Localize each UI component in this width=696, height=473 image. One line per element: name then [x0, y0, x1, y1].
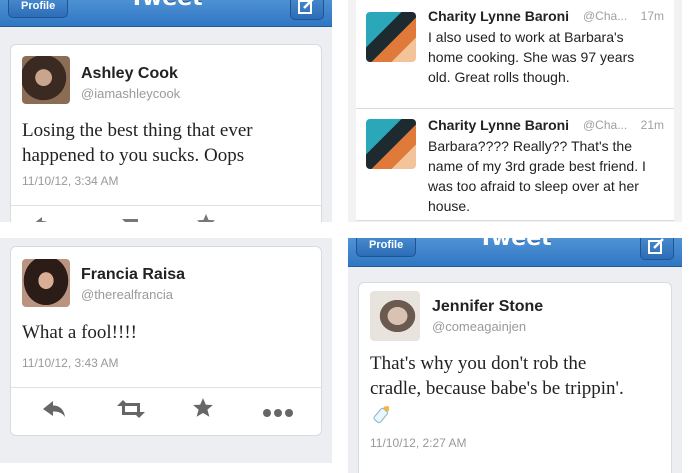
divider: [11, 205, 321, 206]
avatar[interactable]: [366, 119, 416, 169]
tweet-text-line: Losing the best thing that ever: [22, 120, 253, 141]
reply-text-line: house.: [428, 198, 471, 214]
compose-button[interactable]: [290, 0, 324, 20]
reply-author-name[interactable]: Charity Lynne Baroni: [428, 8, 569, 24]
avatar[interactable]: [370, 291, 420, 341]
reply-text-line: home cooking. She was 97 years: [428, 49, 635, 65]
reply-text-line: name of my 3rd grade best friend. I: [428, 158, 646, 174]
avatar[interactable]: [366, 12, 416, 62]
tweet-text-line: That's why you don't rob the: [370, 353, 587, 374]
user-handle[interactable]: @therealfrancia: [81, 287, 173, 302]
user-name[interactable]: Jennifer Stone: [432, 298, 543, 316]
user-name[interactable]: Francia Raisa: [81, 266, 185, 284]
reply-author-name[interactable]: Charity Lynne Baroni: [428, 117, 569, 133]
reply-icon[interactable]: [41, 399, 67, 424]
tweet-card: Ashley Cook @iamashleycook Losing the be…: [10, 44, 322, 222]
nav-title: Tweet: [0, 0, 332, 11]
tweet-panel-ashley: Profile Tweet Ashley Cook @iamashleycook…: [0, 0, 332, 222]
reply-time: 21m: [640, 118, 664, 132]
tweet-text: What a fool!!!!: [22, 322, 137, 343]
reply-row[interactable]: Charity Lynne Baroni @Cha... 21m Barbara…: [356, 109, 674, 221]
user-handle[interactable]: @iamashleycook: [81, 86, 180, 101]
tweet-text-line: happened to you sucks. Oops: [22, 145, 245, 166]
tweet-text-line: cradle, because babe's be trippin'.: [370, 378, 624, 399]
reply-text-line: I also used to work at Barbara's: [428, 29, 624, 45]
replies-panel: Charity Lynne Baroni @Cha... 17m I also …: [348, 0, 682, 222]
reply-author-handle[interactable]: @Cha...: [583, 9, 627, 23]
avatar[interactable]: [22, 56, 70, 104]
divider: [11, 387, 321, 388]
retweet-icon[interactable]: [118, 215, 146, 222]
user-handle[interactable]: @comeagainjen: [432, 319, 526, 334]
nav-bar: Profile Tweet: [348, 238, 682, 267]
reply-time: 17m: [640, 9, 664, 23]
tweet-text: Losing the best thing that ever happened…: [22, 118, 253, 168]
avatar[interactable]: [22, 259, 70, 307]
reply-text: I also used to work at Barbara's home co…: [428, 27, 662, 87]
tweet-timestamp: 11/10/12, 3:43 AM: [22, 356, 119, 370]
compose-button[interactable]: [640, 238, 674, 260]
tweet-panel-francia: Francia Raisa @therealfrancia What a foo…: [0, 238, 332, 463]
compose-icon: [648, 238, 664, 254]
compose-icon: [298, 0, 314, 14]
tweet-timestamp: 11/10/12, 3:34 AM: [22, 174, 119, 188]
nav-title: Tweet: [478, 238, 552, 251]
tweet-card: Jennifer Stone @comeagainjen That's why …: [358, 282, 672, 473]
reply-author-handle[interactable]: @Cha...: [583, 118, 627, 132]
reply-text: Barbara???? Really?? That's the name of …: [428, 136, 662, 216]
tweet-panel-jennifer: Profile Tweet Jennifer Stone @comeagainj…: [348, 238, 682, 473]
tweet-text: That's why you don't rob the cradle, bec…: [370, 351, 624, 401]
favorite-icon[interactable]: [196, 213, 216, 222]
retweet-icon[interactable]: [116, 399, 146, 424]
reply-text-line: old. Great rolls though.: [428, 69, 570, 85]
nav-bar: Profile Tweet: [0, 0, 332, 27]
more-icon[interactable]: [262, 405, 296, 423]
reply-text-line: was too afraid to sleep over at her: [428, 178, 639, 194]
user-name[interactable]: Ashley Cook: [81, 65, 178, 83]
baby-bottle-icon: [372, 403, 392, 430]
reply-row[interactable]: Charity Lynne Baroni @Cha... 17m I also …: [356, 0, 674, 109]
favorite-icon[interactable]: [192, 397, 214, 424]
reply-icon[interactable]: [31, 215, 55, 222]
tweet-timestamp: 11/10/12, 2:27 AM: [370, 436, 467, 450]
reply-text-line: Barbara???? Really?? That's the: [428, 138, 632, 154]
tweet-card: Francia Raisa @therealfrancia What a foo…: [10, 246, 322, 436]
